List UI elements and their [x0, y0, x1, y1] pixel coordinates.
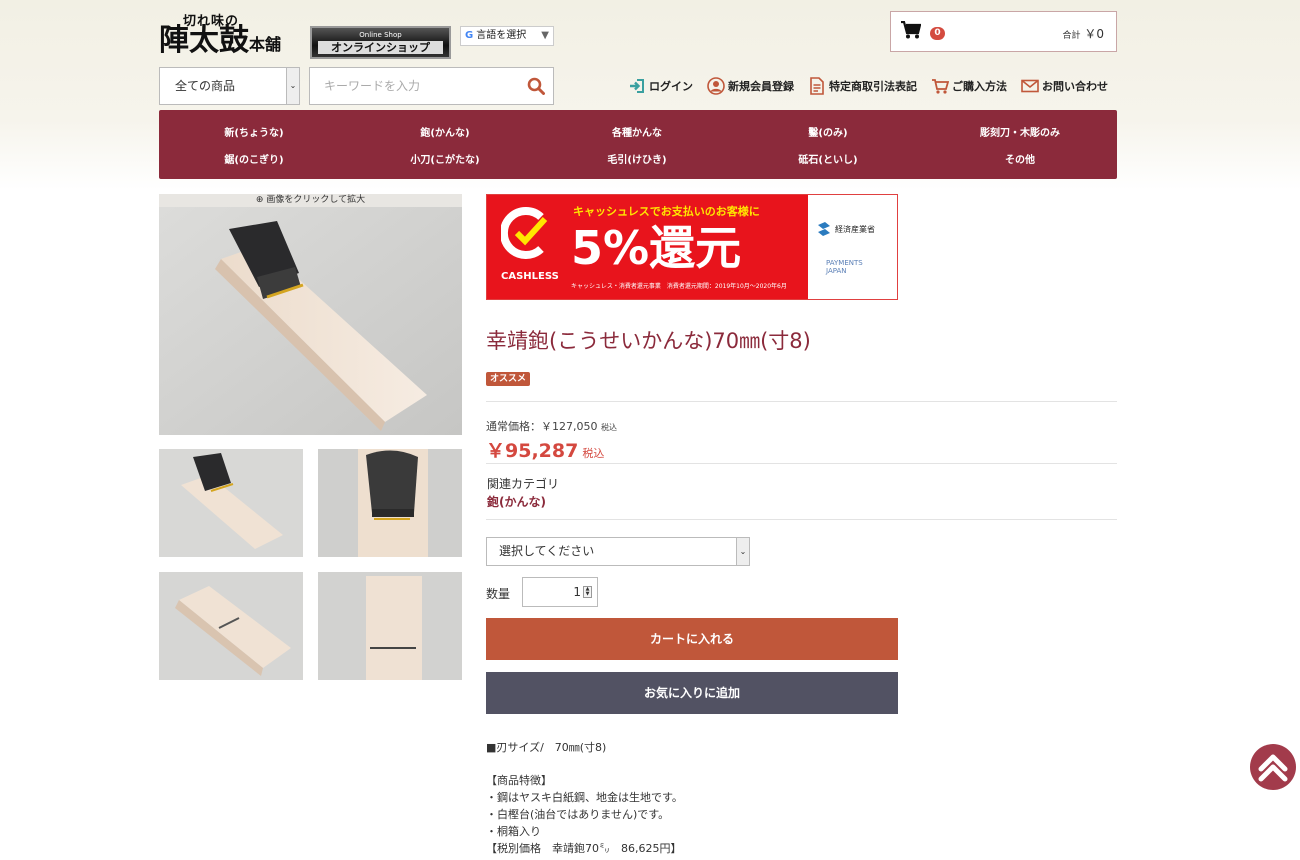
- cashless-logo-icon: [501, 207, 548, 259]
- category-item[interactable]: 鋸(のこぎり): [159, 151, 349, 166]
- category-select-value: 全ての商品: [175, 79, 236, 93]
- category-nav: 新(ちょうな) 鉋(かんな) 各種かんな 鑿(のみ) 彫刻刀・木彫のみ 鋸(のこ…: [159, 110, 1117, 179]
- category-item[interactable]: 小刀(こがたな): [350, 151, 540, 166]
- meti-icon: [818, 222, 830, 236]
- banner-red-panel: CASHLESS キャッシュレスでお支払いのお客様に 5%還元 キャッシュレス・…: [487, 195, 808, 299]
- thumbnail-image[interactable]: [159, 449, 303, 557]
- google-icon: G: [465, 30, 474, 41]
- payments-japan-logo: PAYMENTS JAPAN: [826, 259, 863, 275]
- category-item[interactable]: 各種かんな: [542, 124, 732, 139]
- search-icon[interactable]: [527, 77, 545, 95]
- shop-badge-en: Online Shop: [359, 31, 402, 39]
- cashless-banner[interactable]: CASHLESS キャッシュレスでお支払いのお客様に 5%還元 キャッシュレス・…: [486, 194, 898, 300]
- login-link[interactable]: ログイン: [628, 76, 693, 96]
- add-to-cart-button[interactable]: カートに入れる: [486, 618, 898, 660]
- online-shop-badge[interactable]: Online Shop オンラインショップ: [310, 26, 451, 59]
- related-category-link[interactable]: 鉋(かんな): [487, 493, 546, 510]
- cart-outline-icon: [932, 79, 949, 94]
- category-item[interactable]: 彫刻刀・木彫のみ: [925, 124, 1115, 139]
- category-item[interactable]: 砥石(といし): [733, 151, 923, 166]
- register-link[interactable]: 新規会員登録: [707, 76, 794, 96]
- login-icon: [630, 79, 644, 93]
- quantity-label: 数量: [486, 587, 511, 601]
- meti-logo: 経済産業省: [816, 221, 875, 237]
- category-item[interactable]: 鑿(のみ): [733, 124, 923, 139]
- category-item[interactable]: その他: [925, 151, 1115, 166]
- chevron-down-icon: ⌄: [736, 538, 749, 565]
- spinner-icon[interactable]: ▲ ▼: [583, 586, 592, 598]
- recommend-badge: オススメ: [486, 372, 531, 386]
- mail-icon: [1021, 79, 1039, 93]
- banner-main-text: 5%還元: [571, 221, 742, 275]
- shop-badge-jp: オンラインショップ: [318, 41, 443, 54]
- contact-link[interactable]: お問い合わせ: [1021, 76, 1108, 96]
- user-icon: [707, 77, 725, 95]
- chevron-down-icon: ⌄: [286, 68, 299, 104]
- divider: [486, 401, 1117, 402]
- description-line: ・鋼はヤスキ白紙鋼、地金は生地です。: [486, 791, 683, 804]
- search-placeholder: キーワードを入力: [324, 79, 421, 93]
- sale-price: ￥95,287 税込: [486, 440, 605, 462]
- thumbnail-image[interactable]: [318, 449, 462, 557]
- zoom-hint: ⊕ 画像をクリックして拡大: [159, 194, 462, 207]
- divider: [486, 519, 1117, 520]
- product-title: 幸靖鉋(こうせいかんな)70㎜(寸8): [486, 329, 811, 353]
- howto-link[interactable]: ご購入方法: [931, 76, 1007, 96]
- back-to-top-button[interactable]: [1250, 744, 1296, 790]
- option-select[interactable]: 選択してください ⌄: [486, 537, 750, 566]
- cart-total: 合計 ￥0: [1062, 27, 1104, 41]
- banner-sponsor-panel: 経済産業省 PAYMENTS JAPAN: [808, 195, 897, 299]
- zoom-icon: ⊕: [255, 195, 264, 205]
- language-label: 言語を選択: [476, 30, 527, 41]
- category-item[interactable]: 鉋(かんな): [350, 124, 540, 139]
- description-line: ・白樫台(油台ではありません)です。: [486, 808, 670, 821]
- cart-summary[interactable]: 0 合計 ￥0: [890, 11, 1117, 52]
- regular-price: 通常価格：￥127,050 税込: [486, 420, 617, 433]
- category-select[interactable]: 全ての商品 ⌄: [159, 67, 300, 105]
- document-icon: [810, 77, 824, 95]
- divider: [486, 463, 1117, 464]
- cart-count-badge: 0: [930, 27, 945, 40]
- chevron-down-icon: ▼: [541, 30, 549, 41]
- description-line: ・桐箱入り: [486, 825, 541, 838]
- category-item[interactable]: 新(ちょうな): [159, 124, 349, 139]
- utility-nav: ログイン 新規会員登録 特定商取引法表記 ご購入方法 お問い合わせ: [628, 76, 1108, 96]
- site-logo[interactable]: 切れ味の 陣太鼓本舗: [159, 8, 301, 60]
- banner-top-text: キャッシュレスでお支払いのお客様に: [573, 205, 760, 218]
- main-product-image[interactable]: [159, 207, 462, 435]
- add-to-favorites-button[interactable]: お気に入りに追加: [486, 672, 898, 714]
- logo-text: 陣太鼓本舗: [159, 23, 282, 58]
- cart-icon: [901, 21, 921, 39]
- chevron-up-icon: [1258, 754, 1288, 782]
- description-line: ■刃サイズ/ 70㎜(寸8): [486, 741, 607, 754]
- search-input[interactable]: キーワードを入力: [309, 67, 554, 105]
- related-category-label: 関連カテゴリ: [487, 477, 560, 491]
- banner-period-text: キャッシュレス・消費者還元事業 消費者還元期間：2019年10月〜2020年6月: [571, 283, 787, 290]
- cashless-label: CASHLESS: [501, 271, 559, 282]
- category-item[interactable]: 毛引(けひき): [542, 151, 732, 166]
- description-line: 【商品特徴】: [486, 774, 552, 787]
- description-line: 【税別価格 幸靖鉋70㍉ 86,625円】: [486, 842, 682, 855]
- quantity-stepper[interactable]: 1 ▲ ▼: [522, 577, 598, 607]
- thumbnail-image[interactable]: [159, 572, 303, 680]
- law-link[interactable]: 特定商取引法表記: [808, 76, 917, 96]
- language-selector[interactable]: G 言語を選択 ▼: [460, 26, 554, 46]
- thumbnail-image[interactable]: [318, 572, 462, 680]
